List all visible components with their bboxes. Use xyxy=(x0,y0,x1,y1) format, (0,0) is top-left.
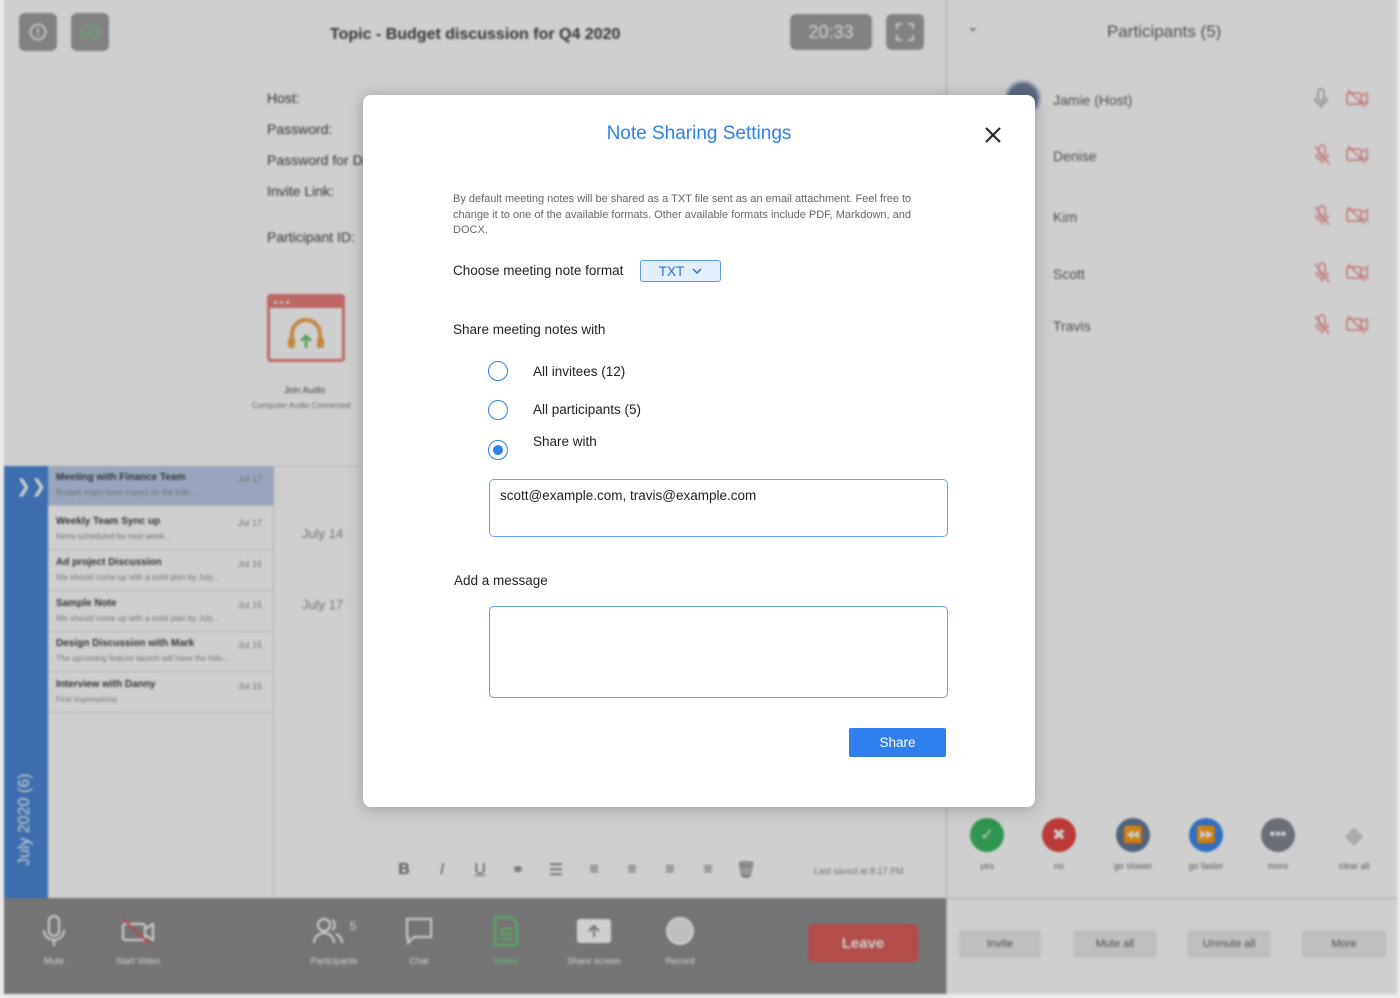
radio-button-selected[interactable] xyxy=(488,440,508,460)
radio-label: All invitees (12) xyxy=(533,363,626,379)
message-textarea[interactable] xyxy=(489,606,948,698)
note-sharing-dialog: Note Sharing Settings By default meeting… xyxy=(363,95,1035,807)
radio-all-participants[interactable]: All participants (5) xyxy=(488,400,641,420)
chevron-down-icon xyxy=(692,268,702,275)
share-with-input[interactable]: scott@example.com, travis@example.com xyxy=(489,479,948,537)
radio-share-with[interactable]: Share with xyxy=(488,434,597,460)
message-label: Add a message xyxy=(454,573,548,588)
close-button[interactable] xyxy=(981,123,1005,147)
share-with-label: Share meeting notes with xyxy=(453,322,606,337)
radio-button[interactable] xyxy=(488,400,508,420)
radio-label: Share with xyxy=(533,434,597,449)
dialog-title: Note Sharing Settings xyxy=(606,123,792,144)
format-value: TXT xyxy=(658,263,685,279)
format-label: Choose meeting note format xyxy=(453,263,624,278)
share-button[interactable]: Share xyxy=(849,728,946,757)
dialog-description: By default meeting notes will be shared … xyxy=(453,193,912,236)
close-icon xyxy=(985,127,1001,143)
radio-all-invitees[interactable]: All invitees (12) xyxy=(488,361,625,381)
radio-button[interactable] xyxy=(488,361,508,381)
radio-label: All participants (5) xyxy=(533,402,642,417)
format-dropdown[interactable]: TXT xyxy=(640,260,721,282)
